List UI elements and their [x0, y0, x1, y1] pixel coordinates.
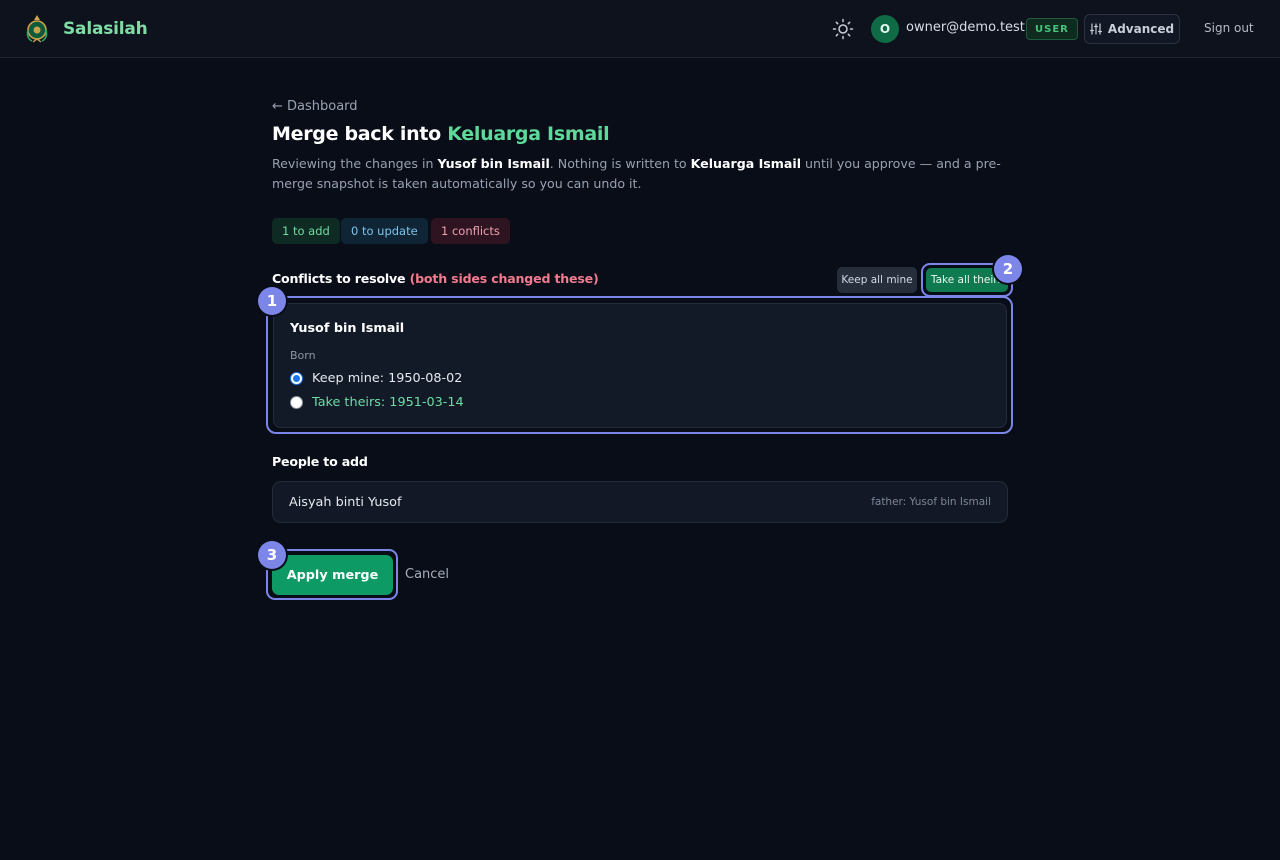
take-theirs-option[interactable]: Take theirs: 1951-03-14: [290, 395, 464, 410]
apply-merge-button[interactable]: Apply merge: [272, 555, 393, 595]
sliders-icon: [1089, 23, 1102, 35]
intro-text: Reviewing the changes in: [272, 156, 438, 171]
sign-out-link[interactable]: Sign out: [1204, 21, 1254, 35]
step-marker-2: 2: [994, 255, 1022, 283]
people-to-add-row: Aisyah binti Yusof father: Yusof bin Ism…: [272, 481, 1008, 523]
advanced-label: Advanced: [1107, 22, 1175, 36]
intro-source: Yusof bin Ismail: [437, 156, 550, 171]
conflict-card: Yusof bin Ismail Born Keep mine: 1950-08…: [273, 303, 1007, 428]
page-title: Merge back into Keluarga Ismail: [272, 123, 610, 145]
intro-target: Keluarga Ismail: [690, 156, 802, 171]
conflict-field-label: Born: [290, 349, 316, 362]
back-to-dashboard-link[interactable]: ← Dashboard: [272, 99, 358, 114]
conflicts-heading-text: Conflicts to resolve: [272, 271, 406, 286]
keep-mine-radio[interactable]: [290, 372, 303, 385]
summary-update-badge: 0 to update: [341, 218, 428, 244]
conflict-person-name: Yusof bin Ismail: [290, 321, 405, 336]
top-bar: Salasilah O owner@demo.test USER Advance…: [0, 0, 1280, 58]
intro-text: . Nothing is written to: [549, 156, 691, 171]
take-theirs-label: Take theirs: 1951-03-14: [312, 395, 464, 410]
step-marker-1: 1: [258, 287, 286, 315]
conflicts-heading: Conflicts to resolve (both sides changed…: [272, 271, 599, 286]
summary-conflicts-badge: 1 conflicts: [431, 218, 510, 244]
avatar[interactable]: O: [871, 15, 899, 43]
brand[interactable]: Salasilah: [23, 13, 148, 45]
take-theirs-radio[interactable]: [290, 396, 303, 409]
merge-target-name: Keluarga Ismail: [447, 123, 610, 145]
conflicts-heading-note: (both sides changed these): [409, 271, 599, 286]
user-email: owner@demo.test: [906, 20, 1025, 35]
people-to-add-heading: People to add: [272, 454, 368, 469]
sun-icon[interactable]: [832, 18, 854, 40]
cancel-link[interactable]: Cancel: [405, 567, 449, 582]
keep-mine-option[interactable]: Keep mine: 1950-08-02: [290, 371, 462, 386]
crest-logo-icon: [26, 15, 48, 43]
page-title-prefix: Merge back into: [272, 123, 441, 145]
new-person-name: Aisyah binti Yusof: [289, 495, 402, 510]
step-marker-3: 3: [258, 541, 286, 569]
app-name: Salasilah: [63, 19, 148, 39]
role-badge: USER: [1026, 18, 1078, 40]
new-person-relation: father: Yusof bin Ismail: [871, 496, 991, 508]
advanced-button[interactable]: Advanced: [1084, 14, 1180, 44]
keep-all-mine-button[interactable]: Keep all mine: [837, 267, 917, 293]
merge-intro: Reviewing the changes in Yusof bin Ismai…: [272, 154, 1012, 194]
keep-mine-label: Keep mine: 1950-08-02: [312, 371, 463, 386]
summary-add-badge: 1 to add: [272, 218, 340, 244]
